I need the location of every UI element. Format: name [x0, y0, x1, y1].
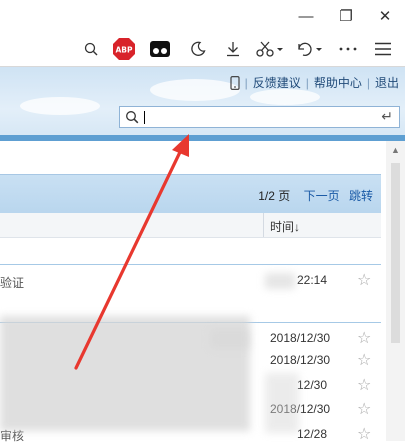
browser-toolbar: ABP [0, 32, 405, 67]
mail-snippet: 验证 [0, 276, 25, 290]
tampermonkey-icon[interactable] [148, 37, 172, 61]
zoom-icon[interactable] [80, 37, 102, 61]
cloud-decoration [150, 79, 240, 101]
close-button[interactable]: ✕ [365, 0, 405, 32]
restore-button[interactable]: ❐ [326, 0, 366, 32]
search-icon [125, 110, 139, 127]
star-icon[interactable]: ☆ [357, 375, 371, 395]
scrollbar-thumb[interactable] [391, 163, 400, 343]
star-icon[interactable]: ☆ [357, 350, 371, 370]
download-icon[interactable] [222, 37, 244, 61]
night-mode-icon[interactable] [187, 37, 209, 61]
page-indicator: 1/2 页 [258, 189, 291, 203]
jump-link[interactable]: 跳转 [349, 189, 373, 203]
pager: 1/2 页 下一页 跳转 [258, 187, 373, 204]
next-page-link[interactable]: 下一页 [304, 189, 340, 203]
pager-bar: 1/2 页 下一页 跳转 [0, 174, 381, 213]
logout-link[interactable]: 退出 [375, 74, 399, 91]
help-center-link[interactable]: 帮助中心 [314, 74, 362, 91]
search-submit-icon[interactable]: ↵ [381, 108, 393, 125]
cloud-decoration [20, 97, 100, 115]
top-links: | 反馈建议 | 帮助中心 | 退出 [230, 74, 399, 91]
link-separator: | [244, 75, 248, 90]
undo-close-tab-icon[interactable] [295, 37, 325, 61]
adblock-icon[interactable]: ABP [112, 37, 136, 61]
menu-icon[interactable] [371, 37, 395, 61]
more-options-icon[interactable] [336, 37, 360, 61]
link-separator: | [366, 75, 370, 90]
window-titlebar: — ❐ ✕ [0, 0, 405, 32]
mail-date: 2018/12/30 [270, 353, 331, 367]
adblock-label: ABP [115, 46, 133, 55]
column-divider [263, 213, 264, 237]
mobile-icon[interactable] [230, 75, 240, 90]
screenshot-scissors-icon[interactable] [256, 37, 286, 61]
minimize-button[interactable]: — [286, 0, 326, 32]
link-separator: | [305, 75, 309, 90]
column-header: 时间↓ [0, 213, 381, 238]
feedback-link[interactable]: 反馈建议 [253, 74, 301, 91]
mail-date: 12/30 [297, 378, 328, 392]
mail-date: 12/28 [297, 427, 328, 441]
star-icon[interactable]: ☆ [357, 270, 371, 290]
scrollbar[interactable]: ▲ [386, 141, 405, 441]
privacy-mosaic [265, 273, 295, 289]
star-icon[interactable]: ☆ [357, 424, 371, 444]
privacy-mosaic [210, 329, 250, 349]
mail-row[interactable]: 验证 22:14 ☆ [0, 268, 381, 292]
star-icon[interactable]: ☆ [357, 328, 371, 348]
mail-content: 1/2 页 下一页 跳转 时间↓ 验证 22:14 ☆ 2018/12/30 ☆… [0, 141, 405, 444]
mail-search-input[interactable]: ↵ [119, 106, 400, 128]
mail-date: 22:14 [297, 273, 328, 287]
row-separator [0, 264, 381, 265]
star-icon[interactable]: ☆ [357, 399, 371, 419]
time-column-header[interactable]: 时间↓ [270, 218, 300, 235]
privacy-mosaic [265, 373, 299, 433]
text-caret [144, 111, 145, 124]
scroll-up-icon[interactable]: ▲ [386, 143, 405, 157]
cloud-decoration [250, 89, 320, 105]
mail-date: 2018/12/30 [270, 331, 331, 345]
